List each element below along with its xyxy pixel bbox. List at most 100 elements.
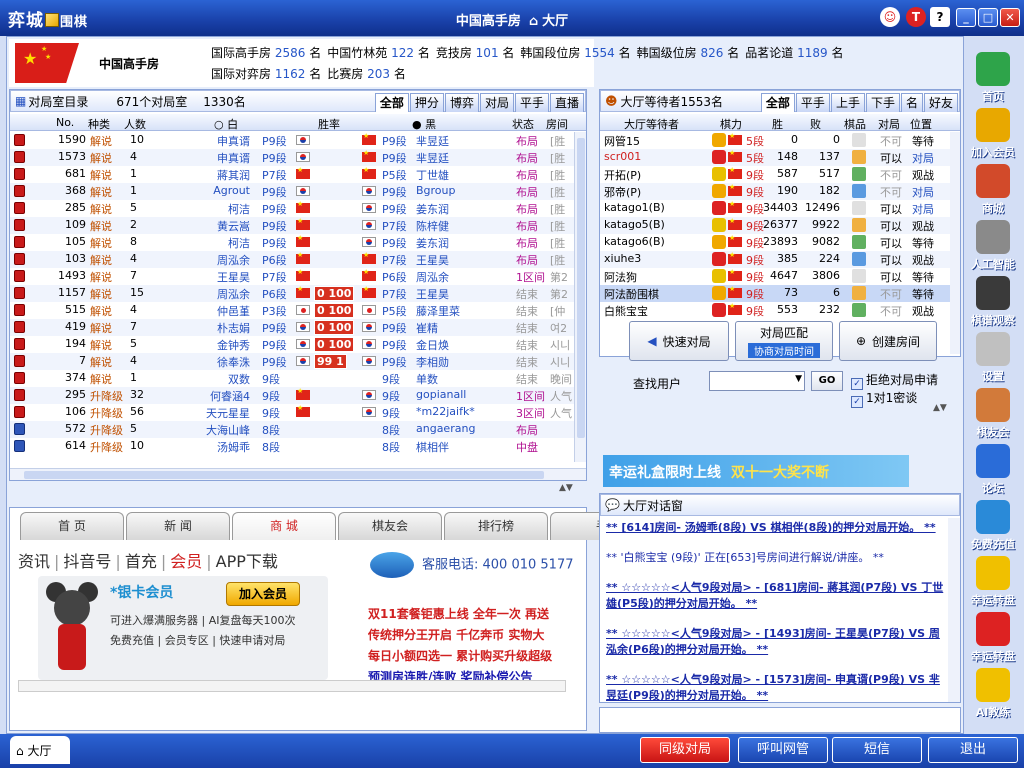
col-no[interactable]: No.	[56, 116, 74, 129]
room-list-hscrollbar[interactable]	[10, 468, 586, 480]
waiting-tab[interactable]: 平手	[795, 93, 830, 112]
collapse-arrows-icon[interactable]: ▲▼	[933, 403, 947, 413]
news-tab[interactable]: 首 页	[20, 512, 124, 540]
news-hscrollbar[interactable]	[18, 680, 566, 692]
news-tab[interactable]: 棋友会	[338, 512, 442, 540]
table-row[interactable]: 7 解说 4 徐奉洙 P9段 99 1 P9段 李相勋 结束 시니	[10, 353, 576, 370]
table-row[interactable]: 109 解说 2 黄云嵩 P9段 P7段陈梓健 布局 [胜	[10, 217, 576, 234]
same-level-match-button[interactable]: 同级对局	[640, 737, 730, 763]
list-item[interactable]: katago1(B)9段3440312496可以对局	[600, 200, 950, 217]
sidebar-item-home[interactable]: 首页	[966, 52, 1020, 104]
col-status[interactable]: 状态	[512, 116, 534, 132]
room-link[interactable]: 国际高手房 2586 名	[211, 46, 321, 60]
sidebar-item-ai[interactable]: 人工智能	[966, 220, 1020, 272]
news-sublink[interactable]: 资讯	[18, 552, 50, 571]
call-admin-button[interactable]: 呼叫网管	[738, 737, 828, 763]
sidebar-item-wheel[interactable]: 幸运转盘	[966, 556, 1020, 608]
promo-banner[interactable]: 幸运礼盒限时上线 双十一大奖不断	[603, 455, 909, 487]
waiting-tab[interactable]: 名	[900, 93, 923, 112]
room-link[interactable]: 韩国段位房 1554 名	[520, 46, 630, 60]
waiting-tab[interactable]: 全部	[760, 93, 795, 112]
promo-line[interactable]: 双11套餐钜惠上线 全年一次 再送	[368, 604, 578, 625]
col-people[interactable]: 人数	[124, 116, 146, 132]
mascot-icon[interactable]: ☺	[880, 7, 900, 27]
room-link[interactable]: 国际对弈房 1162 名	[211, 67, 321, 81]
t-badge-icon[interactable]: T	[906, 7, 926, 27]
exit-button[interactable]: 退出	[928, 737, 1018, 763]
room-list-scrollbar[interactable]	[574, 132, 586, 462]
waiting-tab[interactable]: 上手	[830, 93, 865, 112]
table-row[interactable]: 295 升降级 32 何睿涵4 9段 9段 gopianall 1区间人气	[10, 387, 576, 404]
col-rate[interactable]: 胜率	[318, 116, 340, 132]
sidebar-item-vip[interactable]: 加入会员	[966, 108, 1020, 160]
room-tab[interactable]: 全部	[374, 93, 409, 112]
chat-input[interactable]	[599, 707, 961, 733]
maximize-button[interactable]: □	[978, 8, 998, 27]
collapse-arrows-icon[interactable]: ▲▼	[559, 483, 573, 493]
list-item[interactable]: 开拓(P)9段587517不可观战	[600, 166, 950, 183]
news-tab[interactable]: 商 城	[232, 512, 336, 540]
quick-match-button[interactable]: ◀ 快速对局	[629, 321, 729, 361]
chat-scrollbar[interactable]	[948, 518, 960, 702]
news-tab[interactable]: 排行榜	[444, 512, 548, 540]
col-white[interactable]: ○ 白	[214, 116, 238, 132]
table-row[interactable]: 1157 解说 15 周泓余 P6段 0 100 P7段王星昊 结束第2	[10, 285, 576, 302]
table-row[interactable]: 194 解说 5 金钟秀 P9段 0 100 P9段 金日焕 结束 시니	[10, 336, 576, 353]
sidebar-item-forum[interactable]: 论坛	[966, 444, 1020, 496]
col-game[interactable]: 对局	[878, 116, 900, 132]
room-link[interactable]: 中国竹林苑 122 名	[327, 46, 430, 60]
sidebar-item-board-watch[interactable]: 棋谱观察	[966, 276, 1020, 328]
room-tab[interactable]: 直播	[549, 93, 584, 112]
create-room-button[interactable]: ⊕ 创建房间	[839, 321, 937, 361]
match-button[interactable]: 对局匹配 协商对局时间	[735, 321, 833, 361]
table-row[interactable]: 681 解说 1 蔣其润 P7段 P5段丁世雄 布局 [胜	[10, 166, 576, 183]
close-button[interactable]: ✕	[1000, 8, 1020, 27]
go-button[interactable]: GO	[811, 371, 843, 391]
table-row[interactable]: 614 升降级 10 汤姆乖 8段 8段 棋相伴 中盘	[10, 438, 576, 455]
col-rank[interactable]: 棋力	[720, 116, 742, 132]
table-row[interactable]: 368 解说 1 Agrout P9段 P9段 Bgroup 布局 [胜	[10, 183, 576, 200]
list-item[interactable]: 阿法酚围棋9段736不可等待	[600, 285, 950, 302]
col-black[interactable]: ● 黑	[412, 116, 436, 132]
sidebar-item-shop[interactable]: 商城	[966, 164, 1020, 216]
list-item[interactable]: scr0015段148137可以对局	[600, 149, 950, 166]
list-item[interactable]: 阿法狗9段46473806可以等待	[600, 268, 950, 285]
list-item[interactable]: 白熊宝宝9段553232不可观战	[600, 302, 950, 319]
sidebar-item-settings[interactable]: 设置	[966, 332, 1020, 384]
sidebar-item-wheel[interactable]: 幸运转盘	[966, 612, 1020, 664]
table-row[interactable]: 106 升降级 56 天元星星 9段 9段 *m22jaifk* 3区间人气	[10, 404, 576, 421]
room-tab[interactable]: 博弈	[444, 93, 479, 112]
room-link[interactable]: 韩国级位房 826 名	[637, 46, 740, 60]
waiting-tab[interactable]: 好友	[923, 93, 958, 112]
message-button[interactable]: 短信	[832, 737, 922, 763]
table-row[interactable]: 105解说8柯洁P9段P9段姜东润布局[胜	[10, 234, 576, 251]
col-room[interactable]: 房间	[546, 116, 568, 132]
table-row[interactable]: 1493 解说 7 王星昊 P7段 P6段周泓余 1区间第2	[10, 268, 576, 285]
news-sublink[interactable]: 抖音号	[63, 552, 111, 571]
list-item[interactable]: katago6(B)9段238939082可以等待	[600, 234, 950, 251]
hall-tab[interactable]: ⌂ 大厅	[10, 736, 70, 764]
list-item[interactable]: 邪帝(P)9段190182不可对局	[600, 183, 950, 200]
room-link[interactable]: 品茗论道 1189 名	[745, 46, 843, 60]
col-win[interactable]: 胜	[772, 116, 783, 132]
minimize-button[interactable]: _	[956, 8, 976, 27]
room-link[interactable]: 竞技房 101 名	[436, 46, 515, 60]
col-type[interactable]: 种类	[88, 116, 110, 132]
list-item[interactable]: xiuhe39段385224可以观战	[600, 251, 950, 268]
news-sublink[interactable]: 首充	[125, 552, 157, 571]
list-item[interactable]: katago5(B)9段263779922可以观战	[600, 217, 950, 234]
help-icon[interactable]: ?	[930, 7, 950, 27]
table-row[interactable]: 515 解说 4 仲邑堇 P3段 0 100 P5段 藤泽里菜 结束 [仲	[10, 302, 576, 319]
sidebar-item-recharge[interactable]: 免费充值	[966, 500, 1020, 552]
table-row[interactable]: 419 解说 7 朴志娟 P9段 0 100 P9段 崔精 结束 여2	[10, 319, 576, 336]
col-manner[interactable]: 棋品	[844, 116, 866, 132]
sidebar-item-club[interactable]: 棋友会	[966, 388, 1020, 440]
col-lose[interactable]: 败	[810, 116, 821, 132]
promo-line[interactable]: 每日小额四选一 累计购买升级超级	[368, 646, 578, 667]
list-item[interactable]: 网管155段00不可等待	[600, 132, 950, 149]
table-row[interactable]: 572 升降级 5 大海山峰 8段 8段 angaerang 布局	[10, 421, 576, 438]
news-tab[interactable]: 新 闻	[126, 512, 230, 540]
room-tab[interactable]: 对局	[479, 93, 514, 112]
room-tab[interactable]: 押分	[409, 93, 444, 112]
table-row[interactable]: 1573解说4申真谞P9段P9段芈昱廷布局[胜	[10, 149, 576, 166]
